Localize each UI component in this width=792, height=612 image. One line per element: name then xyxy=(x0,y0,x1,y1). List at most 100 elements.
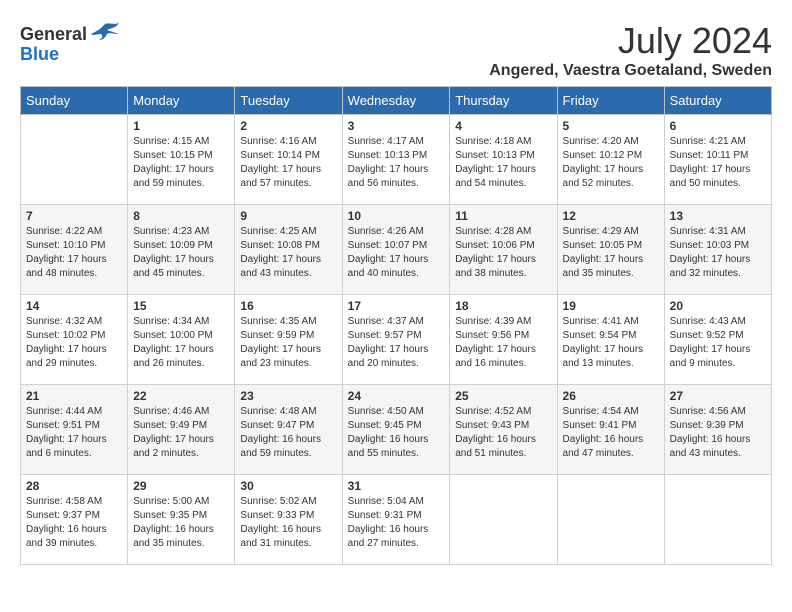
col-thursday: Thursday xyxy=(450,87,557,115)
calendar-cell-w3-d1: 14Sunrise: 4:32 AM Sunset: 10:02 PM Dayl… xyxy=(21,295,128,385)
logo-general-text: General xyxy=(20,24,87,45)
day-number: 17 xyxy=(348,299,445,313)
day-number: 3 xyxy=(348,119,445,133)
day-number: 13 xyxy=(670,209,766,223)
day-number: 15 xyxy=(133,299,229,313)
day-info: Sunrise: 4:20 AM Sunset: 10:12 PM Daylig… xyxy=(563,135,659,191)
day-info: Sunrise: 4:32 AM Sunset: 10:02 PM Daylig… xyxy=(26,315,122,371)
day-number: 9 xyxy=(240,209,336,223)
day-number: 19 xyxy=(563,299,659,313)
day-number: 2 xyxy=(240,119,336,133)
day-number: 12 xyxy=(563,209,659,223)
day-info: Sunrise: 4:58 AM Sunset: 9:37 PM Dayligh… xyxy=(26,495,122,551)
calendar-cell-w4-d7: 27 Sunrise: 4:56 AM Sunset: 9:39 PM Dayli… xyxy=(664,385,771,475)
calendar-cell-w1-d5: 4Sunrise: 4:18 AM Sunset: 10:13 PM Dayli… xyxy=(450,115,557,205)
day-info: Sunrise: 4:43 AM Sunset: 9:52 PM Dayligh… xyxy=(670,315,766,371)
calendar-cell-w2-d2: 8 Sunrise: 4:23 AM Sunset: 10:09 PM Dayli… xyxy=(128,205,235,295)
calendar-cell-w4-d1: 21Sunrise: 4:44 AM Sunset: 9:51 PM Dayli… xyxy=(21,385,128,475)
col-wednesday: Wednesday xyxy=(342,87,450,115)
calendar-cell-w5-d7 xyxy=(664,475,771,565)
day-number: 31 xyxy=(348,479,445,493)
col-sunday: Sunday xyxy=(21,87,128,115)
day-info: Sunrise: 4:34 AM Sunset: 10:00 PM Daylig… xyxy=(133,315,229,371)
col-saturday: Saturday xyxy=(664,87,771,115)
day-number: 22 xyxy=(133,389,229,403)
day-info: Sunrise: 5:00 AM Sunset: 9:35 PM Dayligh… xyxy=(133,495,229,551)
logo: General Blue xyxy=(20,20,121,65)
calendar-cell-w5-d4: 31Sunrise: 5:04 AM Sunset: 9:31 PM Dayli… xyxy=(342,475,450,565)
day-info: Sunrise: 4:50 AM Sunset: 9:45 PM Dayligh… xyxy=(348,405,445,461)
day-info: Sunrise: 4:17 AM Sunset: 10:13 PM Daylig… xyxy=(348,135,445,191)
day-info: Sunrise: 4:35 AM Sunset: 9:59 PM Dayligh… xyxy=(240,315,336,371)
day-number: 30 xyxy=(240,479,336,493)
logo-blue-text: Blue xyxy=(20,44,59,65)
day-info: Sunrise: 4:23 AM Sunset: 10:09 PM Daylig… xyxy=(133,225,229,281)
day-number: 29 xyxy=(133,479,229,493)
calendar-cell-w4-d2: 22Sunrise: 4:46 AM Sunset: 9:49 PM Dayli… xyxy=(128,385,235,475)
header: General Blue July 2024 Angered, Vaestra … xyxy=(20,20,772,80)
day-number: 18 xyxy=(455,299,551,313)
calendar-cell-w4-d6: 26 Sunrise: 4:54 AM Sunset: 9:41 PM Dayli… xyxy=(557,385,664,475)
calendar-cell-w5-d2: 29 Sunrise: 5:00 AM Sunset: 9:35 PM Dayli… xyxy=(128,475,235,565)
week-row-5: 28 Sunrise: 4:58 AM Sunset: 9:37 PM Dayli… xyxy=(21,475,772,565)
day-number: 7 xyxy=(26,209,122,223)
week-row-4: 21Sunrise: 4:44 AM Sunset: 9:51 PM Dayli… xyxy=(21,385,772,475)
week-row-2: 7Sunrise: 4:22 AM Sunset: 10:10 PM Dayli… xyxy=(21,205,772,295)
day-info: Sunrise: 4:18 AM Sunset: 10:13 PM Daylig… xyxy=(455,135,551,191)
calendar-cell-w2-d1: 7Sunrise: 4:22 AM Sunset: 10:10 PM Dayli… xyxy=(21,205,128,295)
day-number: 6 xyxy=(670,119,766,133)
calendar-cell-w3-d3: 16 Sunrise: 4:35 AM Sunset: 9:59 PM Dayli… xyxy=(235,295,342,385)
calendar-cell-w2-d7: 13 Sunrise: 4:31 AM Sunset: 10:03 PM Dayl… xyxy=(664,205,771,295)
calendar-cell-w5-d3: 30 Sunrise: 5:02 AM Sunset: 9:33 PM Dayli… xyxy=(235,475,342,565)
calendar-cell-w1-d6: 5 Sunrise: 4:20 AM Sunset: 10:12 PM Dayli… xyxy=(557,115,664,205)
day-number: 20 xyxy=(670,299,766,313)
location-subtitle: Angered, Vaestra Goetaland, Sweden xyxy=(489,62,772,80)
day-info: Sunrise: 4:56 AM Sunset: 9:39 PM Dayligh… xyxy=(670,405,766,461)
day-info: Sunrise: 4:54 AM Sunset: 9:41 PM Dayligh… xyxy=(563,405,659,461)
calendar-cell-w1-d1 xyxy=(21,115,128,205)
week-row-3: 14Sunrise: 4:32 AM Sunset: 10:02 PM Dayl… xyxy=(21,295,772,385)
calendar-cell-w4-d5: 25Sunrise: 4:52 AM Sunset: 9:43 PM Dayli… xyxy=(450,385,557,475)
day-number: 28 xyxy=(26,479,122,493)
day-info: Sunrise: 4:28 AM Sunset: 10:06 PM Daylig… xyxy=(455,225,551,281)
day-info: Sunrise: 4:21 AM Sunset: 10:11 PM Daylig… xyxy=(670,135,766,191)
calendar-cell-w4-d3: 23 Sunrise: 4:48 AM Sunset: 9:47 PM Dayli… xyxy=(235,385,342,475)
calendar-cell-w1-d7: 6 Sunrise: 4:21 AM Sunset: 10:11 PM Dayli… xyxy=(664,115,771,205)
title-section: July 2024 Angered, Vaestra Goetaland, Sw… xyxy=(489,20,772,80)
col-monday: Monday xyxy=(128,87,235,115)
day-info: Sunrise: 5:02 AM Sunset: 9:33 PM Dayligh… xyxy=(240,495,336,551)
calendar-cell-w2-d3: 9 Sunrise: 4:25 AM Sunset: 10:08 PM Dayli… xyxy=(235,205,342,295)
calendar-cell-w3-d7: 20 Sunrise: 4:43 AM Sunset: 9:52 PM Dayli… xyxy=(664,295,771,385)
day-info: Sunrise: 4:37 AM Sunset: 9:57 PM Dayligh… xyxy=(348,315,445,371)
col-tuesday: Tuesday xyxy=(235,87,342,115)
day-number: 5 xyxy=(563,119,659,133)
day-info: Sunrise: 4:31 AM Sunset: 10:03 PM Daylig… xyxy=(670,225,766,281)
calendar-cell-w3-d4: 17 Sunrise: 4:37 AM Sunset: 9:57 PM Dayli… xyxy=(342,295,450,385)
day-number: 26 xyxy=(563,389,659,403)
day-number: 23 xyxy=(240,389,336,403)
day-number: 27 xyxy=(670,389,766,403)
day-number: 8 xyxy=(133,209,229,223)
day-number: 16 xyxy=(240,299,336,313)
day-number: 1 xyxy=(133,119,229,133)
day-number: 21 xyxy=(26,389,122,403)
day-number: 24 xyxy=(348,389,445,403)
day-info: Sunrise: 4:39 AM Sunset: 9:56 PM Dayligh… xyxy=(455,315,551,371)
day-info: Sunrise: 4:29 AM Sunset: 10:05 PM Daylig… xyxy=(563,225,659,281)
logo-bird-icon xyxy=(89,20,121,48)
col-friday: Friday xyxy=(557,87,664,115)
calendar-cell-w2-d4: 10Sunrise: 4:26 AM Sunset: 10:07 PM Dayl… xyxy=(342,205,450,295)
month-year-title: July 2024 xyxy=(489,20,772,62)
day-info: Sunrise: 4:16 AM Sunset: 10:14 PM Daylig… xyxy=(240,135,336,191)
calendar-header-row: Sunday Monday Tuesday Wednesday Thursday… xyxy=(21,87,772,115)
day-number: 25 xyxy=(455,389,551,403)
day-info: Sunrise: 4:48 AM Sunset: 9:47 PM Dayligh… xyxy=(240,405,336,461)
calendar-cell-w3-d6: 19 Sunrise: 4:41 AM Sunset: 9:54 PM Dayli… xyxy=(557,295,664,385)
day-info: Sunrise: 4:26 AM Sunset: 10:07 PM Daylig… xyxy=(348,225,445,281)
day-number: 11 xyxy=(455,209,551,223)
week-row-1: 1Sunrise: 4:15 AM Sunset: 10:15 PM Dayli… xyxy=(21,115,772,205)
calendar-table: Sunday Monday Tuesday Wednesday Thursday… xyxy=(20,86,772,565)
day-info: Sunrise: 4:25 AM Sunset: 10:08 PM Daylig… xyxy=(240,225,336,281)
day-info: Sunrise: 4:41 AM Sunset: 9:54 PM Dayligh… xyxy=(563,315,659,371)
calendar-cell-w2-d5: 11 Sunrise: 4:28 AM Sunset: 10:06 PM Dayl… xyxy=(450,205,557,295)
